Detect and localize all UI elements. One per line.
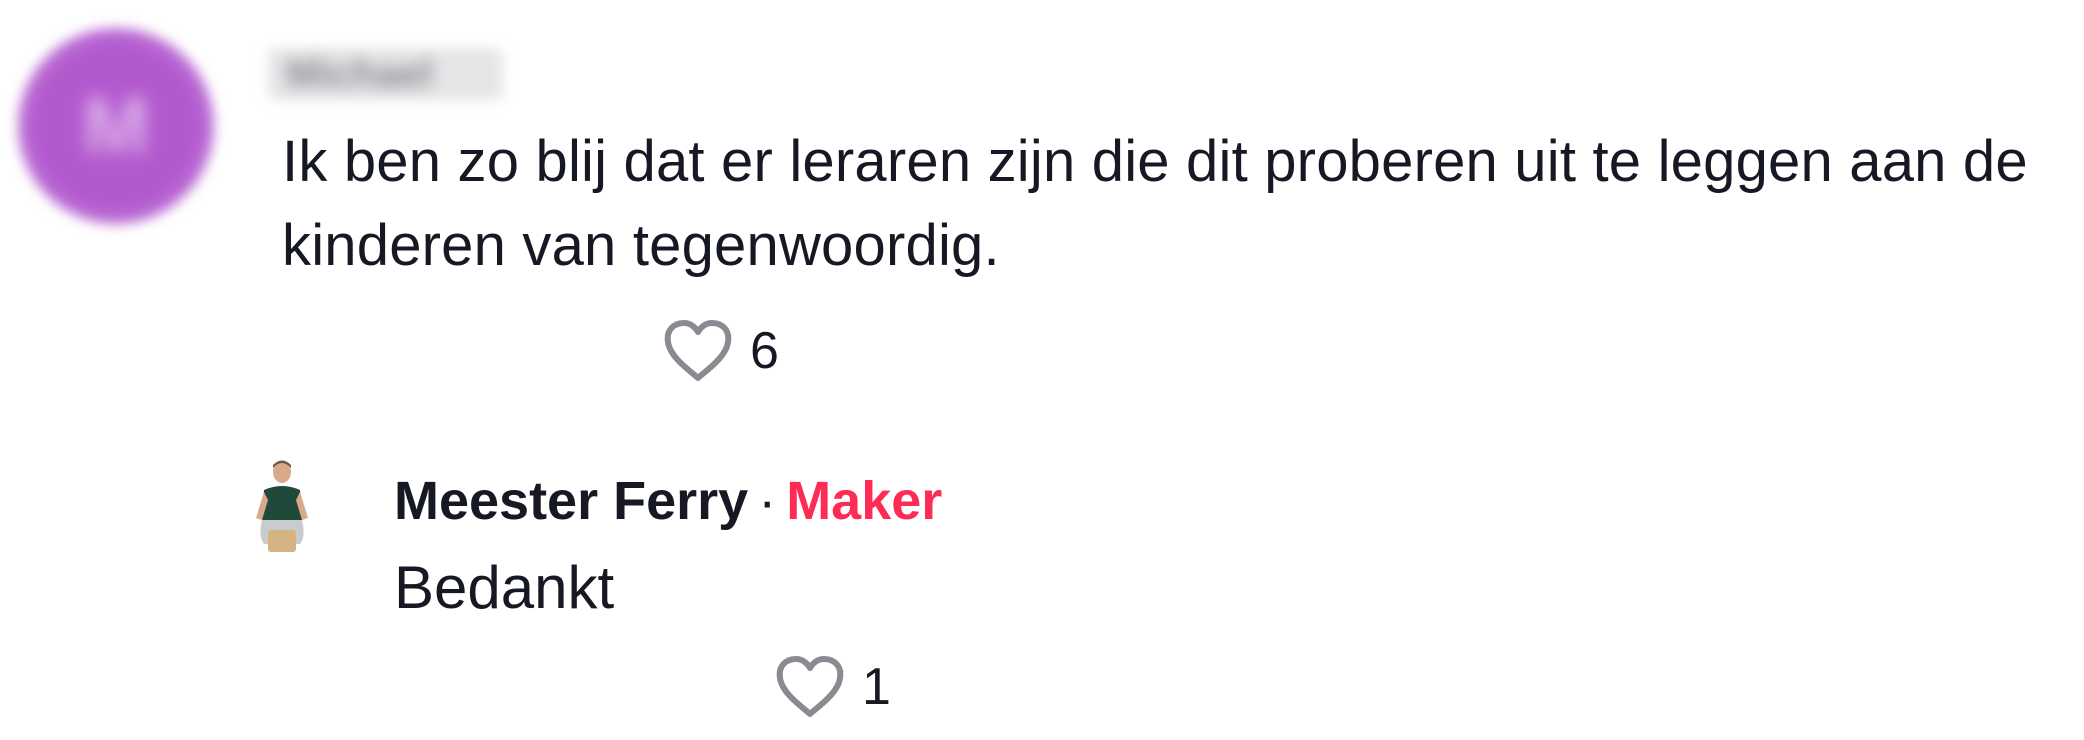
comment-like-button[interactable]: 6 bbox=[662, 318, 779, 384]
heart-outline-icon[interactable] bbox=[774, 654, 846, 720]
like-count: 1 bbox=[862, 658, 891, 716]
heart-outline-icon[interactable] bbox=[662, 318, 734, 384]
reply-text: Bedankt bbox=[394, 554, 615, 621]
creator-badge: Maker bbox=[786, 471, 943, 531]
avatar-initial: M bbox=[82, 81, 150, 170]
comment-author-name[interactable]: Michael bbox=[268, 48, 503, 100]
reply-like-button[interactable]: 1 bbox=[774, 654, 891, 720]
reply-avatar[interactable] bbox=[246, 456, 318, 554]
reply-header: Meester Ferry · Maker bbox=[394, 466, 942, 536]
comment-author-name-text: Michael bbox=[286, 51, 433, 96]
reply-author-name[interactable]: Meester Ferry bbox=[394, 471, 748, 531]
like-count: 6 bbox=[750, 322, 779, 380]
avatar[interactable]: M bbox=[18, 28, 214, 224]
separator-dot: · bbox=[758, 471, 777, 531]
comment-text: Ik ben zo blij dat er leraren zijn die d… bbox=[282, 129, 2028, 278]
